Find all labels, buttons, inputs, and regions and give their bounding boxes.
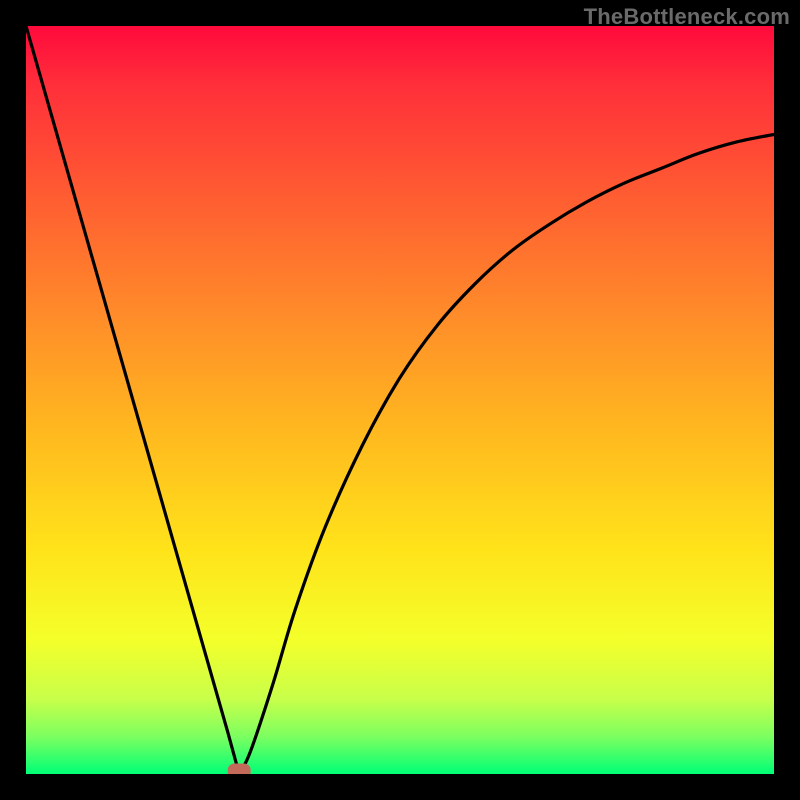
- minimum-marker: [228, 764, 250, 774]
- chart-frame: TheBottleneck.com: [0, 0, 800, 800]
- curve-svg: [26, 26, 774, 774]
- curve-left-branch: [26, 26, 239, 774]
- curve-right-branch: [239, 134, 774, 774]
- plot-area: [26, 26, 774, 774]
